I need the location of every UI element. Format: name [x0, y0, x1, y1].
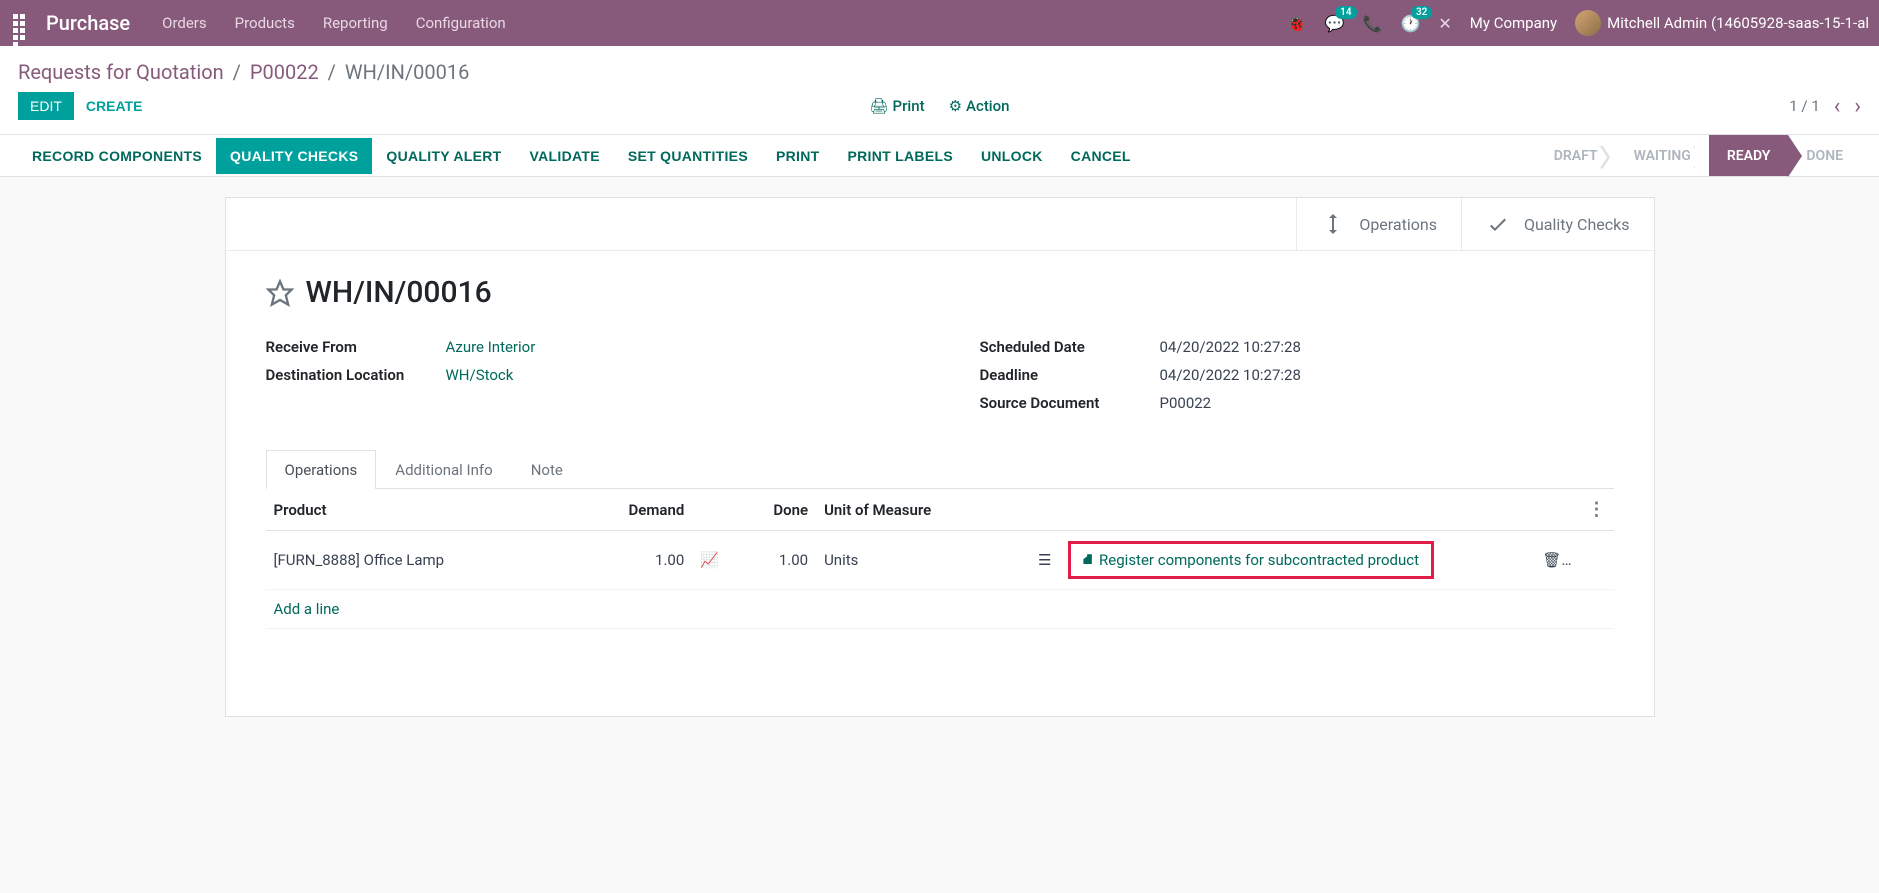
user-menu[interactable]: Mitchell Admin (14605928-saas-15-1-al: [1575, 10, 1869, 36]
wf-action-cancel[interactable]: CANCEL: [1057, 138, 1145, 174]
field-value[interactable]: WH/Stock: [446, 366, 514, 384]
tab-operations[interactable]: Operations: [266, 450, 377, 489]
pager: 1 / 1 ‹ ›: [1789, 94, 1861, 119]
bug-icon[interactable]: 🐞: [1287, 14, 1307, 33]
app-brand[interactable]: Purchase: [46, 11, 130, 35]
register-components-link[interactable]: ⛘ Register components for subcontracted …: [1075, 546, 1428, 574]
add-line-link[interactable]: Add a line: [274, 600, 340, 618]
operations-table: Product Demand Done Unit of Measure ⋮ [F…: [266, 489, 1614, 629]
field-row: Receive FromAzure Interior: [266, 338, 900, 356]
menu-products[interactable]: Products: [235, 14, 295, 32]
sitemap-icon: ⛘: [1083, 550, 1094, 570]
field-row: Deadline04/20/2022 10:27:28: [980, 366, 1614, 384]
status-bar: DRAFT〉WAITING〉READYDONE: [1536, 135, 1861, 176]
tab-additional-info[interactable]: Additional Info: [376, 450, 511, 489]
add-line-row: Add a line: [266, 590, 1614, 629]
forecast-icon[interactable]: 📈: [700, 551, 719, 569]
th-done: Done: [732, 489, 816, 531]
field-label: Receive From: [266, 338, 446, 356]
company-switcher[interactable]: My Company: [1470, 14, 1557, 32]
messages-badge: 14: [1335, 6, 1356, 19]
field-value: 04/20/2022 10:27:28: [1160, 338, 1301, 356]
menu-reporting[interactable]: Reporting: [323, 14, 388, 32]
gear-icon: ⚙: [949, 97, 962, 115]
print-icon: 🖨: [869, 97, 888, 115]
phone-icon[interactable]: 📞: [1363, 14, 1383, 33]
workflow-actions: RECORD COMPONENTSQUALITY CHECKSQUALITY A…: [18, 138, 1145, 174]
action-button[interactable]: ⚙Action: [949, 97, 1010, 115]
breadcrumb: Requests for Quotation / P00022 / WH/IN/…: [0, 46, 1879, 92]
field-value: P00022: [1160, 394, 1212, 412]
th-demand: Demand: [574, 489, 693, 531]
field-row: Destination LocationWH/Stock: [266, 366, 900, 384]
tools-icon[interactable]: ✕: [1438, 14, 1451, 33]
field-value: 04/20/2022 10:27:28: [1160, 366, 1301, 384]
breadcrumb-current: WH/IN/00016: [345, 60, 469, 84]
field-row: Source DocumentP00022: [980, 394, 1614, 412]
field-label: Deadline: [980, 366, 1160, 384]
stat-operations[interactable]: Operations: [1296, 198, 1461, 250]
field-row: Scheduled Date04/20/2022 10:27:28: [980, 338, 1614, 356]
th-uom: Unit of Measure: [816, 489, 1019, 531]
wf-action-quality-checks[interactable]: QUALITY CHECKS: [216, 138, 372, 174]
wf-action-unlock[interactable]: UNLOCK: [967, 138, 1057, 174]
edit-button[interactable]: EDIT: [18, 92, 74, 120]
stat-buttons: Operations Quality Checks: [226, 198, 1654, 251]
fields-left: Receive FromAzure InteriorDestination Lo…: [266, 338, 900, 422]
table-options-icon[interactable]: ⋮: [1588, 499, 1606, 520]
wf-action-validate[interactable]: VALIDATE: [516, 138, 614, 174]
status-draft[interactable]: DRAFT〉: [1536, 135, 1616, 176]
activity-icon[interactable]: 🕐32: [1400, 14, 1420, 33]
top-right: 🐞 💬14 📞 🕐32 ✕ My Company Mitchell Admin …: [1287, 10, 1869, 36]
tabs: OperationsAdditional InfoNote: [266, 450, 1614, 489]
cell-uom: Units: [816, 531, 1019, 590]
avatar: [1575, 10, 1601, 36]
field-label: Destination Location: [266, 366, 446, 384]
wf-action-print-labels[interactable]: PRINT LABELS: [833, 138, 967, 174]
print-button[interactable]: 🖨Print: [869, 97, 924, 115]
breadcrumb-root[interactable]: Requests for Quotation: [18, 60, 224, 84]
wf-action-record-components[interactable]: RECORD COMPONENTS: [18, 138, 216, 174]
cell-demand: 1.00: [574, 531, 693, 590]
create-button[interactable]: CREATE: [74, 92, 155, 120]
wf-action-print[interactable]: PRINT: [762, 138, 834, 174]
pager-next-icon[interactable]: ›: [1854, 94, 1861, 119]
stat-quality-checks[interactable]: Quality Checks: [1461, 198, 1654, 250]
form-sheet: Operations Quality Checks WH/IN/00016 Re…: [225, 197, 1655, 717]
delete-row-icon[interactable]: 🗑: [1542, 551, 1561, 569]
messages-icon[interactable]: 💬14: [1325, 14, 1345, 33]
menu-orders[interactable]: Orders: [162, 14, 207, 32]
wf-action-set-quantities[interactable]: SET QUANTITIES: [614, 138, 762, 174]
detailed-operations-icon[interactable]: ☰: [1038, 551, 1051, 569]
record-title: WH/IN/00016: [306, 275, 492, 310]
pager-prev-icon[interactable]: ‹: [1834, 94, 1841, 119]
workflow-bar: RECORD COMPONENTSQUALITY CHECKSQUALITY A…: [0, 135, 1879, 177]
table-row[interactable]: [FURN_8888] Office Lamp 1.00 📈 1.00 Unit…: [266, 531, 1614, 590]
cell-done: 1.00: [732, 531, 816, 590]
updown-icon: [1321, 212, 1345, 236]
check-icon: [1486, 212, 1510, 236]
star-icon[interactable]: [266, 279, 294, 307]
apps-icon[interactable]: [10, 11, 34, 35]
field-label: Source Document: [980, 394, 1160, 412]
register-highlight: ⛘ Register components for subcontracted …: [1068, 541, 1435, 579]
breadcrumb-parent[interactable]: P00022: [250, 60, 319, 84]
top-menu: Orders Products Reporting Configuration: [162, 14, 506, 32]
control-bar: Requests for Quotation / P00022 / WH/IN/…: [0, 46, 1879, 135]
wf-action-quality-alert[interactable]: QUALITY ALERT: [372, 138, 515, 174]
field-value[interactable]: Azure Interior: [446, 338, 536, 356]
user-name: Mitchell Admin (14605928-saas-15-1-al: [1607, 14, 1869, 32]
tab-note[interactable]: Note: [512, 450, 582, 489]
cell-product: [FURN_8888] Office Lamp: [266, 531, 574, 590]
field-label: Scheduled Date: [980, 338, 1160, 356]
th-product: Product: [266, 489, 574, 531]
status-ready[interactable]: READY: [1709, 135, 1789, 176]
activity-badge: 32: [1411, 6, 1432, 19]
more-icon: …: [1561, 551, 1571, 569]
pager-text: 1 / 1: [1789, 97, 1820, 115]
menu-configuration[interactable]: Configuration: [416, 14, 506, 32]
top-navbar: Purchase Orders Products Reporting Confi…: [0, 0, 1879, 46]
fields-right: Scheduled Date04/20/2022 10:27:28Deadlin…: [980, 338, 1614, 422]
